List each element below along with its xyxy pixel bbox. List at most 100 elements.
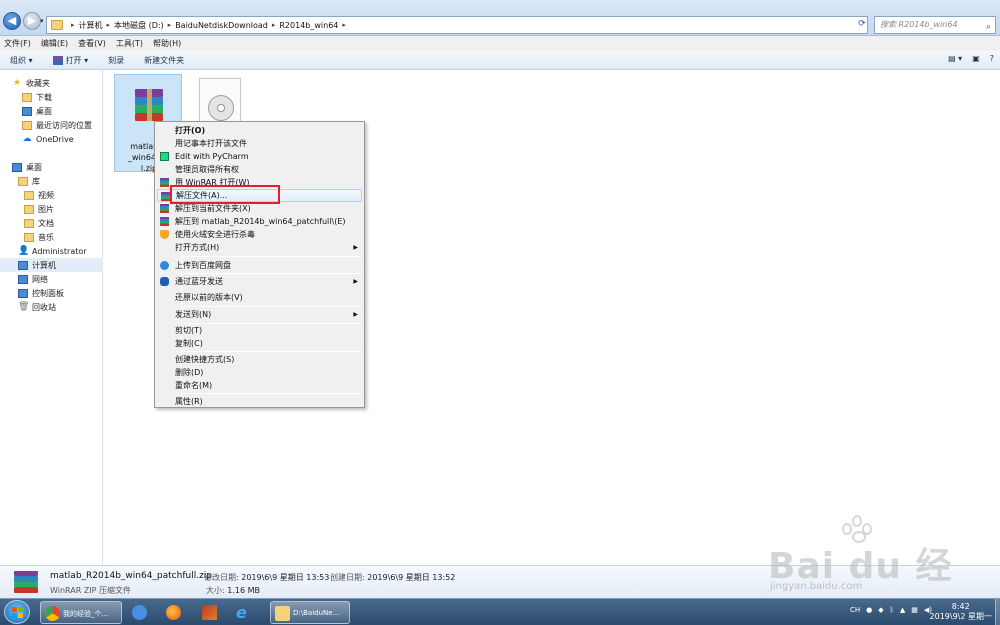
picture-library-icon xyxy=(24,204,34,214)
input-language-indicator[interactable]: CH xyxy=(850,606,860,614)
chevron-right-icon[interactable]: ▸ xyxy=(342,21,346,29)
details-size-value: 1.16 MB xyxy=(227,586,260,595)
menu-view[interactable]: 查看(V) xyxy=(78,38,106,49)
taskbar-firefox[interactable] xyxy=(162,601,188,624)
menu-cut[interactable]: 剪切(T) xyxy=(157,324,362,337)
nav-downloads-label: 下载 xyxy=(36,92,52,102)
new-folder-button[interactable]: 新建文件夹 xyxy=(144,55,184,66)
search-icon[interactable]: ⌕ xyxy=(986,19,991,35)
menu-extract-to-folder-label: 解压到 matlab_R2014b_win64_patchfull\(E) xyxy=(175,217,346,226)
menu-properties[interactable]: 属性(R) xyxy=(157,395,362,408)
pycharm-icon xyxy=(160,152,169,161)
library-icon xyxy=(18,176,28,186)
nav-downloads[interactable]: 下载 xyxy=(0,90,103,104)
breadcrumb-download-folder[interactable]: BaiduNetdiskDownload xyxy=(175,21,268,30)
details-pane: matlab_R2014b_win64_patchfull.zip WinRAR… xyxy=(0,565,1000,598)
menu-open[interactable]: 打开(O) xyxy=(157,124,362,137)
menu-delete[interactable]: 删除(D) xyxy=(157,366,362,379)
nav-recent[interactable]: 最近访问的位置 xyxy=(0,118,103,132)
breadcrumb-r2014b-folder[interactable]: R2014b_win64 xyxy=(279,21,338,30)
nav-network[interactable]: 网络 xyxy=(0,272,103,286)
menu-open-notepad[interactable]: 用记事本打开该文件 xyxy=(157,137,362,150)
menu-edit[interactable]: 编辑(E) xyxy=(41,38,68,49)
nav-videos[interactable]: 视频 xyxy=(0,188,103,202)
taskbar-baidu-netdisk[interactable] xyxy=(128,601,154,624)
details-created-label: 创建日期: xyxy=(330,573,365,582)
desktop-icon xyxy=(22,106,32,116)
taskbar-chrome[interactable]: 我的经验_个... xyxy=(40,601,122,624)
forward-button[interactable]: ▶ xyxy=(23,12,41,30)
nav-computer-label: 计算机 xyxy=(32,260,56,270)
nav-onedrive[interactable]: ☁ OneDrive xyxy=(0,132,103,146)
bluetooth-icon[interactable]: ᛒ xyxy=(890,606,894,614)
menu-file[interactable]: 文件(F) xyxy=(4,38,31,49)
chevron-right-icon[interactable]: ▸ xyxy=(107,21,111,29)
breadcrumb-drive-d[interactable]: 本地磁盘 (D:) xyxy=(114,20,164,31)
nav-recycle-bin[interactable]: 🗑 回收站 xyxy=(0,300,103,314)
bluetooth-icon xyxy=(160,277,169,286)
nav-documents[interactable]: 文档 xyxy=(0,216,103,230)
refresh-icon[interactable]: ⟳ xyxy=(855,16,869,34)
breadcrumb-computer[interactable]: 计算机 xyxy=(79,20,103,31)
network-icon[interactable]: ▦ xyxy=(911,606,918,614)
tray-icon[interactable]: ● xyxy=(866,606,872,614)
menu-huorong-scan[interactable]: 使用火绒安全进行杀毒 xyxy=(157,228,362,241)
desktop-icon xyxy=(12,162,22,172)
address-row: ◀ ▶ ▾ ▸ 计算机 ▸ 本地磁盘 (D:) ▸ BaiduNetdiskDo… xyxy=(0,0,1000,36)
menu-extract-to-folder[interactable]: 解压到 matlab_R2014b_win64_patchfull\(E) xyxy=(157,215,362,228)
menu-restore-versions[interactable]: 还原以前的版本(V) xyxy=(157,291,362,304)
matlab-icon xyxy=(202,605,217,620)
menu-rename-label: 重命名(M) xyxy=(175,381,213,390)
clock[interactable]: 8:42 2019\9\2 星期一 xyxy=(930,602,992,622)
tray-icon[interactable]: ▲ xyxy=(900,606,905,614)
nav-computer[interactable]: 计算机 xyxy=(0,258,103,272)
nav-libraries[interactable]: 库 xyxy=(0,174,103,188)
menu-baidu-upload[interactable]: 上传到百度网盘 xyxy=(157,259,362,272)
menu-bluetooth-send[interactable]: 通过蓝牙发送 ▶ xyxy=(157,275,362,288)
chevron-right-icon[interactable]: ▸ xyxy=(168,21,172,29)
show-desktop-button[interactable] xyxy=(995,599,1000,625)
details-created-value: 2019\6\9 星期日 13:52 xyxy=(367,573,456,582)
menu-help[interactable]: 帮助(H) xyxy=(153,38,181,49)
nav-music[interactable]: 音乐 xyxy=(0,230,103,244)
menu-edit-pycharm[interactable]: Edit with PyCharm xyxy=(157,150,362,163)
search-input[interactable]: 搜索 R2014b_win64 ⌕ xyxy=(874,16,996,34)
menu-take-ownership[interactable]: 管理员取得所有权 xyxy=(157,163,362,176)
nav-control-panel[interactable]: 控制面板 xyxy=(0,286,103,300)
nav-favorites[interactable]: ★ 收藏夹 xyxy=(0,76,103,90)
menu-rename[interactable]: 重命名(M) xyxy=(157,379,362,392)
taskbar-matlab[interactable] xyxy=(198,601,224,624)
user-icon: 👤 xyxy=(18,245,30,256)
nav-desktop[interactable]: 桌面 xyxy=(0,160,103,174)
baidu-netdisk-icon xyxy=(160,261,169,270)
taskbar-explorer[interactable]: D:\BaiduNe... xyxy=(270,601,350,624)
nav-libraries-label: 库 xyxy=(32,176,40,186)
back-button[interactable]: ◀ xyxy=(3,12,21,30)
submenu-arrow-icon: ▶ xyxy=(353,278,358,285)
help-icon[interactable]: ? xyxy=(990,54,994,63)
menu-send-to[interactable]: 发送到(N) ▶ xyxy=(157,308,362,321)
chevron-right-icon[interactable]: ▸ xyxy=(71,21,75,29)
menu-bluetooth-send-label: 通过蓝牙发送 xyxy=(175,277,223,286)
nav-pictures[interactable]: 图片 xyxy=(0,202,103,216)
preview-pane-icon[interactable]: ▣ xyxy=(972,54,980,63)
nav-administrator[interactable]: 👤 Administrator xyxy=(0,244,103,258)
menu-create-shortcut[interactable]: 创建快捷方式(S) xyxy=(157,353,362,366)
history-dropdown-icon[interactable]: ▾ xyxy=(40,17,44,25)
organize-button[interactable]: 组织 ▾ xyxy=(10,55,33,66)
menu-tools[interactable]: 工具(T) xyxy=(116,38,143,49)
winrar-archive-icon xyxy=(135,89,163,121)
tray-icon[interactable]: ◆ xyxy=(878,606,883,614)
menu-open-with[interactable]: 打开方式(H) ▶ xyxy=(157,241,362,254)
start-button[interactable] xyxy=(4,600,30,624)
view-options-icon[interactable]: ▤ ▾ xyxy=(948,54,962,63)
chevron-right-icon[interactable]: ▸ xyxy=(272,21,276,29)
control-panel-icon xyxy=(18,288,28,298)
menu-copy[interactable]: 复制(C) xyxy=(157,337,362,350)
address-bar[interactable]: ▸ 计算机 ▸ 本地磁盘 (D:) ▸ BaiduNetdiskDownload… xyxy=(46,16,868,34)
winrar-icon xyxy=(161,192,170,201)
burn-button[interactable]: 刻录 xyxy=(108,55,124,66)
nav-desktop-fav[interactable]: 桌面 xyxy=(0,104,103,118)
open-button[interactable]: 打开 ▾ xyxy=(52,55,88,66)
taskbar-ie[interactable]: e xyxy=(232,601,258,624)
